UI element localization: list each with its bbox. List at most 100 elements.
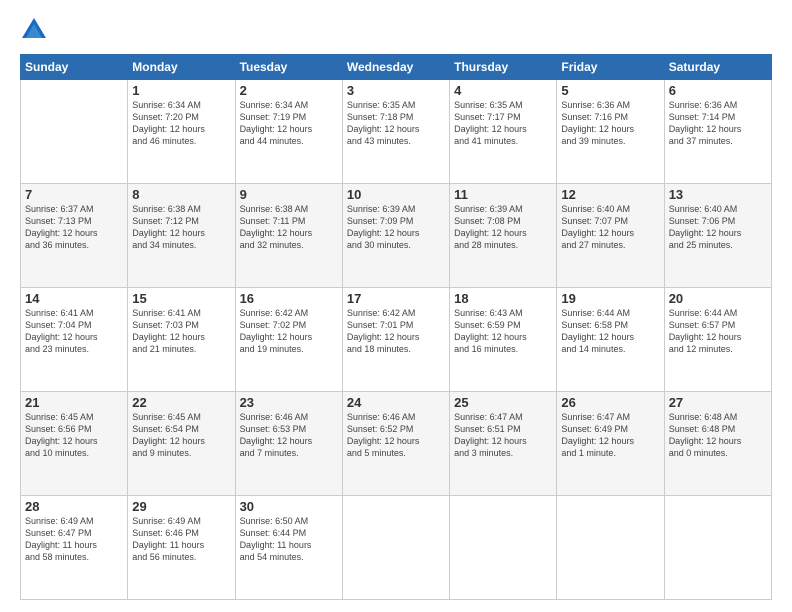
- day-number: 24: [347, 395, 445, 410]
- day-number: 12: [561, 187, 659, 202]
- day-info: Sunrise: 6:48 AM Sunset: 6:48 PM Dayligh…: [669, 411, 767, 460]
- day-info: Sunrise: 6:37 AM Sunset: 7:13 PM Dayligh…: [25, 203, 123, 252]
- day-number: 27: [669, 395, 767, 410]
- day-info: Sunrise: 6:45 AM Sunset: 6:56 PM Dayligh…: [25, 411, 123, 460]
- day-info: Sunrise: 6:47 AM Sunset: 6:51 PM Dayligh…: [454, 411, 552, 460]
- day-number: 1: [132, 83, 230, 98]
- day-info: Sunrise: 6:41 AM Sunset: 7:04 PM Dayligh…: [25, 307, 123, 356]
- day-info: Sunrise: 6:40 AM Sunset: 7:06 PM Dayligh…: [669, 203, 767, 252]
- calendar-week-2: 7Sunrise: 6:37 AM Sunset: 7:13 PM Daylig…: [21, 184, 772, 288]
- weekday-header-sunday: Sunday: [21, 55, 128, 80]
- day-number: 28: [25, 499, 123, 514]
- day-number: 13: [669, 187, 767, 202]
- calendar-cell: 7Sunrise: 6:37 AM Sunset: 7:13 PM Daylig…: [21, 184, 128, 288]
- calendar-week-5: 28Sunrise: 6:49 AM Sunset: 6:47 PM Dayli…: [21, 496, 772, 600]
- calendar-cell: 14Sunrise: 6:41 AM Sunset: 7:04 PM Dayli…: [21, 288, 128, 392]
- day-number: 16: [240, 291, 338, 306]
- day-info: Sunrise: 6:43 AM Sunset: 6:59 PM Dayligh…: [454, 307, 552, 356]
- header: [20, 16, 772, 44]
- day-info: Sunrise: 6:49 AM Sunset: 6:46 PM Dayligh…: [132, 515, 230, 564]
- day-info: Sunrise: 6:39 AM Sunset: 7:09 PM Dayligh…: [347, 203, 445, 252]
- day-info: Sunrise: 6:41 AM Sunset: 7:03 PM Dayligh…: [132, 307, 230, 356]
- calendar-header: SundayMondayTuesdayWednesdayThursdayFrid…: [21, 55, 772, 80]
- day-info: Sunrise: 6:34 AM Sunset: 7:19 PM Dayligh…: [240, 99, 338, 148]
- calendar-cell: 22Sunrise: 6:45 AM Sunset: 6:54 PM Dayli…: [128, 392, 235, 496]
- day-info: Sunrise: 6:38 AM Sunset: 7:12 PM Dayligh…: [132, 203, 230, 252]
- calendar-cell: [664, 496, 771, 600]
- day-info: Sunrise: 6:35 AM Sunset: 7:18 PM Dayligh…: [347, 99, 445, 148]
- calendar-cell: [450, 496, 557, 600]
- day-info: Sunrise: 6:44 AM Sunset: 6:58 PM Dayligh…: [561, 307, 659, 356]
- day-info: Sunrise: 6:49 AM Sunset: 6:47 PM Dayligh…: [25, 515, 123, 564]
- day-info: Sunrise: 6:40 AM Sunset: 7:07 PM Dayligh…: [561, 203, 659, 252]
- calendar-cell: 8Sunrise: 6:38 AM Sunset: 7:12 PM Daylig…: [128, 184, 235, 288]
- weekday-header-friday: Friday: [557, 55, 664, 80]
- day-number: 2: [240, 83, 338, 98]
- calendar-cell: 9Sunrise: 6:38 AM Sunset: 7:11 PM Daylig…: [235, 184, 342, 288]
- weekday-header-saturday: Saturday: [664, 55, 771, 80]
- day-number: 26: [561, 395, 659, 410]
- calendar-cell: 25Sunrise: 6:47 AM Sunset: 6:51 PM Dayli…: [450, 392, 557, 496]
- calendar-cell: 30Sunrise: 6:50 AM Sunset: 6:44 PM Dayli…: [235, 496, 342, 600]
- day-number: 17: [347, 291, 445, 306]
- calendar-cell: 16Sunrise: 6:42 AM Sunset: 7:02 PM Dayli…: [235, 288, 342, 392]
- calendar-cell: [557, 496, 664, 600]
- weekday-row: SundayMondayTuesdayWednesdayThursdayFrid…: [21, 55, 772, 80]
- calendar-cell: 5Sunrise: 6:36 AM Sunset: 7:16 PM Daylig…: [557, 80, 664, 184]
- calendar-cell: 19Sunrise: 6:44 AM Sunset: 6:58 PM Dayli…: [557, 288, 664, 392]
- weekday-header-tuesday: Tuesday: [235, 55, 342, 80]
- day-number: 18: [454, 291, 552, 306]
- day-info: Sunrise: 6:50 AM Sunset: 6:44 PM Dayligh…: [240, 515, 338, 564]
- weekday-header-wednesday: Wednesday: [342, 55, 449, 80]
- calendar-cell: 26Sunrise: 6:47 AM Sunset: 6:49 PM Dayli…: [557, 392, 664, 496]
- day-number: 23: [240, 395, 338, 410]
- day-number: 9: [240, 187, 338, 202]
- calendar-cell: 27Sunrise: 6:48 AM Sunset: 6:48 PM Dayli…: [664, 392, 771, 496]
- day-info: Sunrise: 6:44 AM Sunset: 6:57 PM Dayligh…: [669, 307, 767, 356]
- calendar-cell: 20Sunrise: 6:44 AM Sunset: 6:57 PM Dayli…: [664, 288, 771, 392]
- calendar-body: 1Sunrise: 6:34 AM Sunset: 7:20 PM Daylig…: [21, 80, 772, 600]
- calendar-cell: 2Sunrise: 6:34 AM Sunset: 7:19 PM Daylig…: [235, 80, 342, 184]
- day-info: Sunrise: 6:36 AM Sunset: 7:16 PM Dayligh…: [561, 99, 659, 148]
- calendar-cell: 13Sunrise: 6:40 AM Sunset: 7:06 PM Dayli…: [664, 184, 771, 288]
- day-info: Sunrise: 6:46 AM Sunset: 6:53 PM Dayligh…: [240, 411, 338, 460]
- calendar-cell: 29Sunrise: 6:49 AM Sunset: 6:46 PM Dayli…: [128, 496, 235, 600]
- day-info: Sunrise: 6:42 AM Sunset: 7:01 PM Dayligh…: [347, 307, 445, 356]
- day-number: 29: [132, 499, 230, 514]
- calendar-cell: 3Sunrise: 6:35 AM Sunset: 7:18 PM Daylig…: [342, 80, 449, 184]
- day-number: 10: [347, 187, 445, 202]
- day-info: Sunrise: 6:46 AM Sunset: 6:52 PM Dayligh…: [347, 411, 445, 460]
- calendar-cell: 12Sunrise: 6:40 AM Sunset: 7:07 PM Dayli…: [557, 184, 664, 288]
- day-number: 3: [347, 83, 445, 98]
- day-number: 20: [669, 291, 767, 306]
- calendar-week-3: 14Sunrise: 6:41 AM Sunset: 7:04 PM Dayli…: [21, 288, 772, 392]
- day-number: 4: [454, 83, 552, 98]
- calendar-cell: [342, 496, 449, 600]
- day-info: Sunrise: 6:42 AM Sunset: 7:02 PM Dayligh…: [240, 307, 338, 356]
- day-number: 21: [25, 395, 123, 410]
- day-number: 7: [25, 187, 123, 202]
- logo: [20, 16, 52, 44]
- day-info: Sunrise: 6:34 AM Sunset: 7:20 PM Dayligh…: [132, 99, 230, 148]
- day-info: Sunrise: 6:39 AM Sunset: 7:08 PM Dayligh…: [454, 203, 552, 252]
- calendar-cell: 4Sunrise: 6:35 AM Sunset: 7:17 PM Daylig…: [450, 80, 557, 184]
- day-number: 6: [669, 83, 767, 98]
- day-number: 25: [454, 395, 552, 410]
- calendar-cell: 24Sunrise: 6:46 AM Sunset: 6:52 PM Dayli…: [342, 392, 449, 496]
- calendar-cell: [21, 80, 128, 184]
- calendar-cell: 28Sunrise: 6:49 AM Sunset: 6:47 PM Dayli…: [21, 496, 128, 600]
- logo-icon: [20, 16, 48, 44]
- day-info: Sunrise: 6:36 AM Sunset: 7:14 PM Dayligh…: [669, 99, 767, 148]
- day-number: 14: [25, 291, 123, 306]
- calendar-cell: 11Sunrise: 6:39 AM Sunset: 7:08 PM Dayli…: [450, 184, 557, 288]
- day-number: 30: [240, 499, 338, 514]
- page: SundayMondayTuesdayWednesdayThursdayFrid…: [0, 0, 792, 612]
- day-info: Sunrise: 6:35 AM Sunset: 7:17 PM Dayligh…: [454, 99, 552, 148]
- calendar-cell: 15Sunrise: 6:41 AM Sunset: 7:03 PM Dayli…: [128, 288, 235, 392]
- calendar-cell: 17Sunrise: 6:42 AM Sunset: 7:01 PM Dayli…: [342, 288, 449, 392]
- calendar-cell: 21Sunrise: 6:45 AM Sunset: 6:56 PM Dayli…: [21, 392, 128, 496]
- calendar-week-1: 1Sunrise: 6:34 AM Sunset: 7:20 PM Daylig…: [21, 80, 772, 184]
- weekday-header-monday: Monday: [128, 55, 235, 80]
- weekday-header-thursday: Thursday: [450, 55, 557, 80]
- day-number: 5: [561, 83, 659, 98]
